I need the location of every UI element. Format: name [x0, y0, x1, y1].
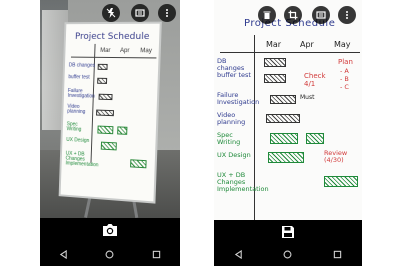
flash-off-icon[interactable] [102, 4, 120, 22]
camera-icon[interactable] [101, 222, 119, 238]
document-task: DB changes [217, 57, 245, 72]
document-task: Spec Writing [217, 131, 241, 146]
back-icon[interactable] [230, 249, 248, 261]
document-task: Failure Investigation [217, 91, 260, 106]
document-month: May [334, 40, 351, 49]
document-task: UX + DB Changes Implementation [217, 171, 269, 193]
recents-icon[interactable] [328, 250, 346, 261]
document-mode-icon[interactable] [131, 4, 149, 22]
board-task: Failure Investigation [67, 87, 95, 100]
recents-icon[interactable] [148, 250, 166, 261]
board-month: Apr [119, 48, 130, 55]
board-task: Video planning [67, 103, 86, 116]
note-plan-item: - B [340, 75, 349, 83]
note-plan-title: Plan [338, 58, 353, 66]
board-month: May [140, 48, 152, 55]
document-task: UX Design [217, 151, 251, 159]
navigation-bar [40, 244, 180, 266]
camera-viewfinder: Project Schedule Mar Apr May DB changes … [40, 0, 180, 218]
board-task: buffer test [68, 74, 90, 81]
document-controls [214, 220, 362, 244]
note-review: Review (4/30) [324, 149, 348, 164]
board-month: Mar [100, 47, 111, 54]
more-options-icon[interactable] [158, 4, 176, 22]
document-screen: Project Schedule Mar Apr May DB changes … [214, 0, 362, 266]
document-bar [306, 133, 324, 144]
board-bar [100, 141, 117, 151]
note-check: Check 4/1 [304, 72, 326, 88]
board-bar [117, 126, 128, 135]
document-bar [270, 95, 296, 104]
document-month: Mar [266, 40, 282, 49]
crop-icon[interactable] [284, 6, 302, 24]
home-icon[interactable] [101, 250, 119, 261]
document-bar [264, 58, 286, 67]
delete-icon[interactable] [258, 6, 276, 24]
save-icon[interactable] [280, 224, 296, 240]
board-title: Project Schedule [74, 31, 150, 43]
board-bar [97, 125, 114, 135]
board-task: Spec Writing [66, 121, 82, 133]
document-task: buffer test [217, 71, 251, 79]
navigation-bar [214, 244, 362, 266]
whiteboard: Project Schedule Mar Apr May DB changes … [58, 21, 162, 204]
home-icon[interactable] [279, 250, 297, 261]
board-bar [98, 93, 113, 101]
back-icon[interactable] [54, 249, 72, 261]
board-task: UX Design [66, 136, 90, 145]
document-bar [324, 176, 358, 187]
board-bar [97, 77, 108, 84]
note-must: Must [300, 94, 315, 101]
document-axis-horizontal [220, 52, 360, 53]
camera-controls [40, 218, 180, 244]
document-bar [264, 74, 286, 83]
camera-screen: Project Schedule Mar Apr May DB changes … [40, 0, 180, 266]
more-options-icon[interactable] [338, 6, 356, 24]
board-bar [97, 63, 108, 70]
note-plan-item: - A [340, 67, 349, 75]
document-bar [266, 114, 300, 123]
board-bar [96, 109, 114, 117]
scanned-document: Project Schedule Mar Apr May DB changes … [214, 0, 362, 232]
note-plan-item: - C [340, 83, 349, 91]
board-axis-horizontal [70, 56, 157, 59]
document-task: Video planning [217, 111, 246, 126]
board-bar [130, 159, 147, 169]
document-mode-icon[interactable] [312, 6, 330, 24]
document-month: Apr [300, 40, 314, 49]
document-bar [270, 133, 298, 144]
board-task: DB changes [68, 62, 96, 69]
document-bar [268, 152, 304, 163]
board-task: UX + DB Changes Implementation [65, 150, 99, 169]
